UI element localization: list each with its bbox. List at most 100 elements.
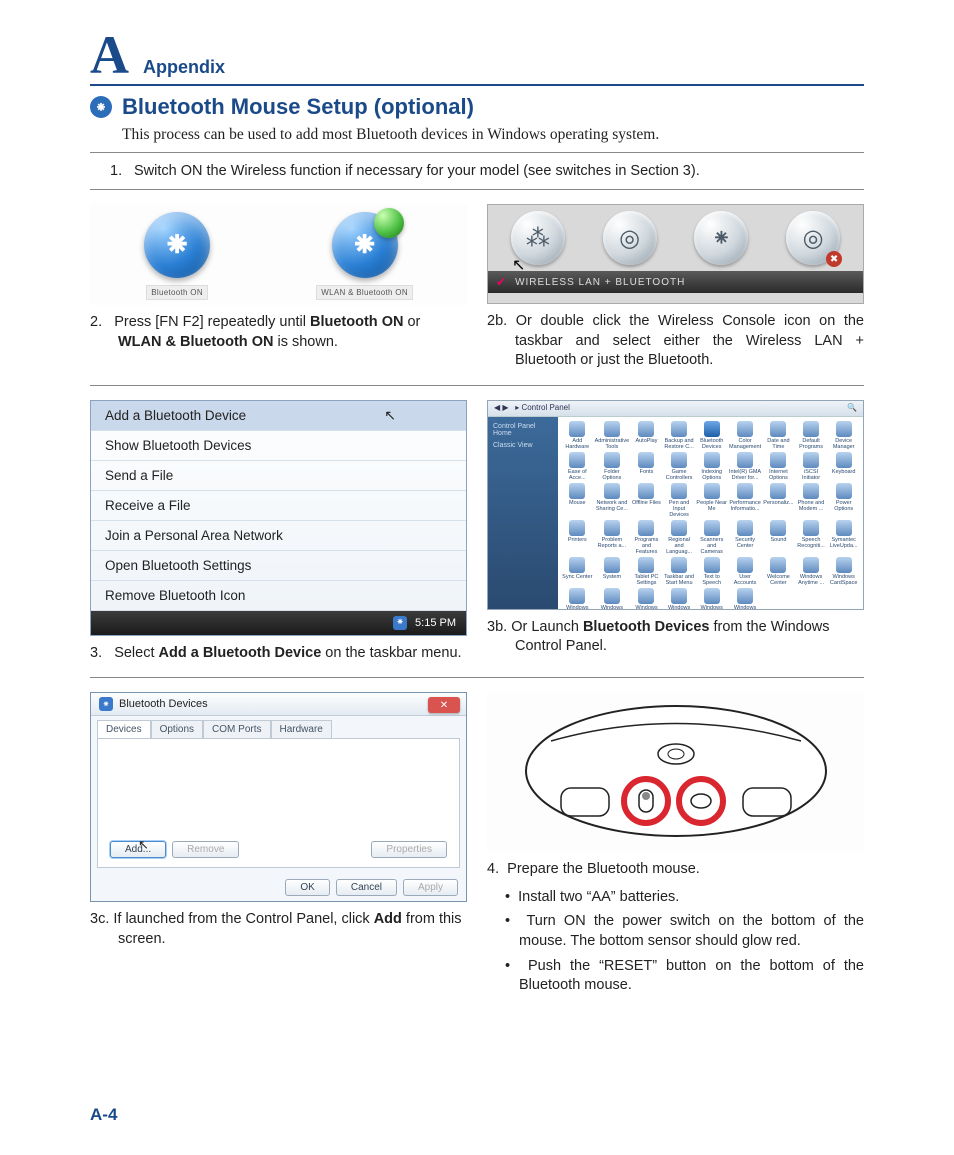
- control-panel-item[interactable]: Power Options: [828, 483, 859, 518]
- control-panel-item[interactable]: Printers: [562, 520, 593, 555]
- control-panel-sidebar: Control Panel Home Classic View: [488, 417, 558, 609]
- control-panel-item-icon: [671, 421, 687, 437]
- control-panel-item[interactable]: Windows SlideShow: [696, 588, 727, 608]
- control-panel-item[interactable]: Windows Defender: [562, 588, 593, 608]
- tab-options[interactable]: Options: [151, 720, 203, 738]
- menu-item-send-file[interactable]: Send a File: [91, 461, 466, 491]
- control-panel-item[interactable]: Fonts: [631, 452, 662, 481]
- control-panel-item[interactable]: Administrative Tools: [595, 421, 630, 450]
- menu-item-remove-bluetooth-icon[interactable]: Remove Bluetooth Icon: [91, 581, 466, 611]
- control-panel-item[interactable]: Bluetooth Devices: [696, 421, 727, 450]
- control-panel-item[interactable]: Welcome Center: [763, 557, 794, 586]
- control-panel-item[interactable]: Add Hardware: [562, 421, 593, 450]
- control-panel-item[interactable]: Windows CardSpace: [828, 557, 859, 586]
- appendix-header: A Appendix: [90, 28, 864, 86]
- control-panel-item[interactable]: Performance Informatio...: [729, 483, 761, 518]
- control-panel-item[interactable]: Pen and Input Devices: [664, 483, 695, 518]
- tab-hardware[interactable]: Hardware: [271, 720, 332, 738]
- control-panel-item[interactable]: Indexing Options: [696, 452, 727, 481]
- ok-button[interactable]: OK: [285, 879, 329, 896]
- control-panel-item[interactable]: Regional and Languag...: [664, 520, 695, 555]
- bluetooth-icon: ⁕: [99, 697, 113, 711]
- control-panel-item[interactable]: Security Center: [729, 520, 761, 555]
- divider: [90, 152, 864, 153]
- divider: [90, 189, 864, 190]
- control-panel-item[interactable]: Windows Sidebar ...: [664, 588, 695, 608]
- control-panel-item[interactable]: System: [595, 557, 630, 586]
- console-status-text: Wireless Lan + Bluetooth: [515, 277, 685, 288]
- menu-item-add-bluetooth-device[interactable]: Add a Bluetooth Device ↖: [91, 401, 466, 431]
- control-panel-item[interactable]: Symantec LiveUpda...: [828, 520, 859, 555]
- control-panel-item-label: Color Management: [729, 438, 761, 450]
- tab-com-ports[interactable]: COM Ports: [203, 720, 270, 738]
- control-panel-item[interactable]: iSCSI Initiator: [796, 452, 827, 481]
- close-button[interactable]: ✕: [428, 697, 460, 713]
- control-panel-item[interactable]: Mouse: [562, 483, 593, 518]
- control-panel-item[interactable]: Programs and Features: [631, 520, 662, 555]
- control-panel-item-icon: [836, 452, 852, 468]
- control-panel-item-icon: [836, 520, 852, 536]
- bluetooth-tray-icon[interactable]: ⁕: [393, 616, 407, 630]
- control-panel-item[interactable]: Date and Time: [763, 421, 794, 450]
- control-panel-item[interactable]: People Near Me: [696, 483, 727, 518]
- bluetooth-icon: ⁕: [90, 96, 112, 118]
- control-panel-item[interactable]: Windows Update: [729, 588, 761, 608]
- sidebar-link-home[interactable]: Control Panel Home: [493, 423, 553, 437]
- menu-item-receive-file[interactable]: Receive a File: [91, 491, 466, 521]
- control-panel-item[interactable]: Personaliz...: [763, 483, 794, 518]
- control-panel-item[interactable]: User Accounts: [729, 557, 761, 586]
- bluetooth-console-icon[interactable]: ⁕: [694, 211, 748, 265]
- control-panel-item-label: System: [603, 574, 621, 580]
- control-panel-item[interactable]: Windows Mobilit...: [631, 588, 662, 608]
- control-panel-item-label: Text to Speech: [696, 574, 727, 586]
- step-number: 2b.: [487, 313, 507, 329]
- figure-taskbar-menu: Add a Bluetooth Device ↖ Show Bluetooth …: [90, 400, 467, 636]
- control-panel-item[interactable]: Text to Speech: [696, 557, 727, 586]
- properties-button[interactable]: Properties: [371, 841, 447, 858]
- control-panel-item[interactable]: Offline Files: [631, 483, 662, 518]
- control-panel-item[interactable]: Game Controllers: [664, 452, 695, 481]
- control-panel-item[interactable]: Taskbar and Start Menu: [664, 557, 695, 586]
- control-panel-item[interactable]: Windows Anytime ...: [796, 557, 827, 586]
- control-panel-item[interactable]: Backup and Restore C...: [664, 421, 695, 450]
- control-panel-item-icon: [803, 421, 819, 437]
- control-panel-item[interactable]: Speech Recogniti...: [796, 520, 827, 555]
- control-panel-item[interactable]: Sound: [763, 520, 794, 555]
- check-icon: ✔: [496, 275, 507, 289]
- control-panel-item[interactable]: AutoPlay: [631, 421, 662, 450]
- control-panel-item[interactable]: Ease of Acce...: [562, 452, 593, 481]
- control-panel-item[interactable]: Sync Center: [562, 557, 593, 586]
- control-panel-item-icon: [569, 421, 585, 437]
- control-panel-item[interactable]: Color Management: [729, 421, 761, 450]
- control-panel-item-label: Device Manager: [828, 438, 859, 450]
- control-panel-item[interactable]: Problem Reports a...: [595, 520, 630, 555]
- dialog-tabs: Devices Options COM Ports Hardware: [91, 716, 466, 738]
- step-text: Select: [114, 645, 158, 661]
- menu-item-join-pan[interactable]: Join a Personal Area Network: [91, 521, 466, 551]
- step-2b: 2b. Or double click the Wireless Console…: [487, 312, 864, 371]
- control-panel-item[interactable]: Default Programs: [796, 421, 827, 450]
- menu-item-open-bluetooth-settings[interactable]: Open Bluetooth Settings: [91, 551, 466, 581]
- control-panel-item[interactable]: Phone and Modem ...: [796, 483, 827, 518]
- apply-button[interactable]: Apply: [403, 879, 458, 896]
- menu-item-show-bluetooth-devices[interactable]: Show Bluetooth Devices: [91, 431, 466, 461]
- cancel-button[interactable]: Cancel: [336, 879, 397, 896]
- control-panel-item[interactable]: Keyboard: [828, 452, 859, 481]
- wireless-off-icon[interactable]: ◎: [786, 211, 840, 265]
- control-panel-item[interactable]: Scanners and Cameras: [696, 520, 727, 555]
- tab-devices[interactable]: Devices: [97, 720, 151, 738]
- control-panel-item[interactable]: Windows Firewall: [595, 588, 630, 608]
- sidebar-link-classic-view[interactable]: Classic View: [493, 442, 553, 449]
- cursor-icon: ↖: [512, 255, 525, 275]
- control-panel-item[interactable]: Device Manager: [828, 421, 859, 450]
- control-panel-item[interactable]: Folder Options: [595, 452, 630, 481]
- step-3: 3. Select Add a Bluetooth Device on the …: [90, 644, 467, 664]
- control-panel-item-label: Speech Recogniti...: [796, 537, 827, 549]
- control-panel-item[interactable]: Network and Sharing Ce...: [595, 483, 630, 518]
- remove-button[interactable]: Remove: [172, 841, 239, 858]
- taskbar: ⁕ 5:15 PM: [91, 611, 466, 635]
- control-panel-item[interactable]: Tablet PC Settings: [631, 557, 662, 586]
- control-panel-item[interactable]: Internet Options: [763, 452, 794, 481]
- control-panel-item[interactable]: Intel(R) GMA Driver for...: [729, 452, 761, 481]
- wlan-icon[interactable]: ◎: [603, 211, 657, 265]
